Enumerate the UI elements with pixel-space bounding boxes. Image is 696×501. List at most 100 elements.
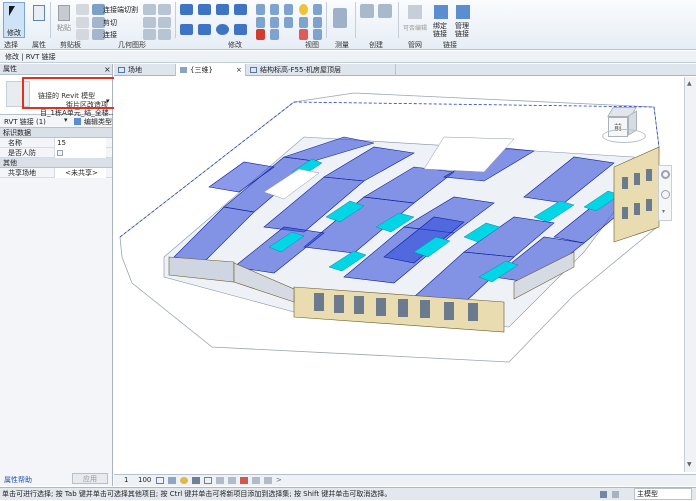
cut-icon[interactable] bbox=[76, 17, 89, 28]
rotate-icon[interactable] bbox=[216, 24, 229, 35]
modify-tool-icon[interactable] bbox=[313, 29, 322, 40]
group-label-properties: 属性 bbox=[32, 41, 46, 49]
scale-icon[interactable] bbox=[270, 4, 279, 15]
copy-icon[interactable] bbox=[76, 4, 89, 15]
chevron-down-icon[interactable]: ▾ bbox=[64, 116, 68, 124]
view-bar-more-icon[interactable]: > bbox=[276, 475, 282, 486]
geometry-tool-icon[interactable] bbox=[158, 29, 171, 40]
properties-button[interactable] bbox=[30, 2, 46, 22]
view-cube[interactable]: 前 bbox=[602, 103, 646, 147]
edit-type-icon[interactable] bbox=[74, 118, 81, 125]
separator bbox=[175, 2, 176, 38]
copy-element-icon[interactable] bbox=[198, 24, 211, 35]
geometry-tool-icon[interactable] bbox=[158, 4, 171, 15]
geometry-tool-icon[interactable] bbox=[143, 4, 156, 15]
worksets-icon[interactable] bbox=[612, 491, 619, 498]
analytical-model-icon[interactable] bbox=[264, 477, 272, 484]
group-label-select[interactable]: 选择 bbox=[4, 40, 18, 50]
bind-link-button[interactable]: 绑定 链接 bbox=[430, 2, 450, 38]
name-field[interactable]: 15 bbox=[54, 138, 106, 148]
close-icon[interactable]: × bbox=[104, 64, 111, 75]
group-other[interactable]: 其他 bbox=[0, 158, 112, 168]
scale-selector[interactable]: 100 bbox=[138, 475, 151, 486]
visual-style-icon[interactable] bbox=[168, 477, 176, 484]
detail-level-icon[interactable] bbox=[156, 477, 164, 484]
mirror-icon[interactable] bbox=[216, 4, 229, 15]
zoom-menu-icon[interactable]: ▾ bbox=[662, 208, 665, 215]
tab-3d[interactable]: {三维} × bbox=[176, 64, 246, 76]
match-icon[interactable] bbox=[76, 29, 89, 40]
modify-tool-icon[interactable] bbox=[313, 4, 322, 15]
modify-tool-icon[interactable] bbox=[284, 17, 293, 28]
manage-links-button[interactable]: 管理 链接 bbox=[452, 2, 472, 38]
cut-label[interactable]: 剪切 bbox=[103, 18, 117, 28]
instance-selector[interactable]: RVT 链接 (1) bbox=[4, 117, 46, 127]
modify-tool-icon[interactable] bbox=[284, 4, 293, 15]
pin-icon[interactable] bbox=[256, 17, 265, 28]
lock-icon[interactable] bbox=[216, 477, 224, 484]
edit-type-button[interactable]: 编辑类型 bbox=[84, 117, 112, 127]
cope-label[interactable]: 连接端切割 bbox=[103, 5, 138, 15]
group-label-manage: 管网 bbox=[408, 41, 422, 49]
geometry-tool-icon[interactable] bbox=[158, 17, 171, 28]
trim-icon[interactable] bbox=[234, 24, 247, 35]
vertical-scrollbar[interactable]: ▲ ▼ bbox=[684, 77, 696, 472]
lightbulb-icon[interactable] bbox=[299, 4, 308, 15]
shelter-checkbox-cell bbox=[54, 148, 106, 158]
shelter-label: 是否人防 bbox=[8, 149, 36, 157]
split-icon[interactable] bbox=[234, 4, 247, 15]
move-icon[interactable] bbox=[180, 24, 193, 35]
building-model[interactable] bbox=[114, 77, 684, 472]
measure-icon[interactable] bbox=[333, 8, 347, 28]
shared-site-button[interactable]: <未共享> bbox=[54, 168, 106, 178]
temp-properties-icon[interactable] bbox=[252, 477, 260, 484]
name-label: 名称 bbox=[8, 139, 22, 147]
zoom-icon[interactable] bbox=[661, 190, 670, 199]
bind-link-label: 绑定 链接 bbox=[433, 22, 447, 38]
offset-icon[interactable] bbox=[198, 4, 211, 15]
geometry-tool-icon[interactable] bbox=[143, 17, 156, 28]
instance-selector-row: RVT 链接 (1) ▾ 编辑类型 bbox=[0, 115, 112, 128]
properties-title: 属性 bbox=[3, 65, 17, 73]
create-assembly-icon[interactable] bbox=[378, 4, 392, 18]
group-label-modify: 修改 bbox=[228, 41, 242, 49]
properties-panel: 属性 × 链接的 Revit 模型 街片区改造项 目_1栋A单元_结_全楼...… bbox=[0, 64, 115, 486]
modify-tool-icon[interactable] bbox=[270, 29, 279, 40]
apply-button[interactable]: 应用 bbox=[72, 473, 108, 484]
hide-isolate-icon[interactable] bbox=[228, 477, 236, 484]
status-bar: 单击可进行选择; 按 Tab 键并单击可选择其他项目; 按 Ctrl 键并单击可… bbox=[0, 487, 696, 500]
view-tabs: 场地 {三维} × 结构标高-F55-机房屋顶层 bbox=[114, 64, 696, 76]
shelter-checkbox[interactable] bbox=[57, 150, 63, 156]
scroll-arrow-down-icon[interactable]: ▼ bbox=[687, 461, 692, 468]
design-option-selector[interactable]: 主模型 bbox=[634, 488, 692, 500]
filter-icon[interactable] bbox=[600, 491, 607, 498]
array-icon[interactable] bbox=[256, 4, 265, 15]
steering-wheel-icon[interactable] bbox=[661, 170, 670, 179]
separator bbox=[355, 2, 356, 38]
3d-viewport[interactable]: 前 ▾ bbox=[114, 77, 684, 472]
modify-tool-icon[interactable] bbox=[313, 17, 322, 28]
sun-path-icon[interactable] bbox=[180, 477, 188, 484]
create-group-icon[interactable] bbox=[360, 4, 374, 18]
tab-site[interactable]: 场地 bbox=[114, 64, 176, 76]
edit-cut-button[interactable]: 可否编辑 bbox=[402, 2, 427, 38]
window bbox=[334, 295, 344, 313]
modify-button[interactable]: 修改 bbox=[3, 2, 25, 38]
scroll-arrow-up-icon[interactable]: ▲ bbox=[687, 80, 692, 87]
close-icon[interactable]: × bbox=[236, 64, 242, 76]
tab-structural-level[interactable]: 结构标高-F55-机房屋顶层 bbox=[246, 64, 396, 76]
view-cube-ring[interactable] bbox=[602, 129, 646, 143]
join-label[interactable]: 连接 bbox=[103, 30, 117, 40]
geometry-tool-icon[interactable] bbox=[143, 29, 156, 40]
modify-tool-icon[interactable] bbox=[299, 17, 308, 28]
unpin-icon[interactable] bbox=[270, 17, 279, 28]
hide-icon[interactable] bbox=[299, 29, 308, 40]
align-icon[interactable] bbox=[180, 4, 193, 15]
reveal-hidden-icon[interactable] bbox=[240, 477, 248, 484]
delete-icon[interactable] bbox=[256, 29, 265, 40]
crop-view-icon[interactable] bbox=[204, 477, 212, 484]
group-identity-data[interactable]: 标识数据 bbox=[0, 128, 112, 138]
shadows-icon[interactable] bbox=[192, 477, 200, 484]
paste-button[interactable]: 粘贴 bbox=[54, 2, 72, 36]
properties-help-link[interactable]: 属性帮助 bbox=[4, 475, 32, 485]
